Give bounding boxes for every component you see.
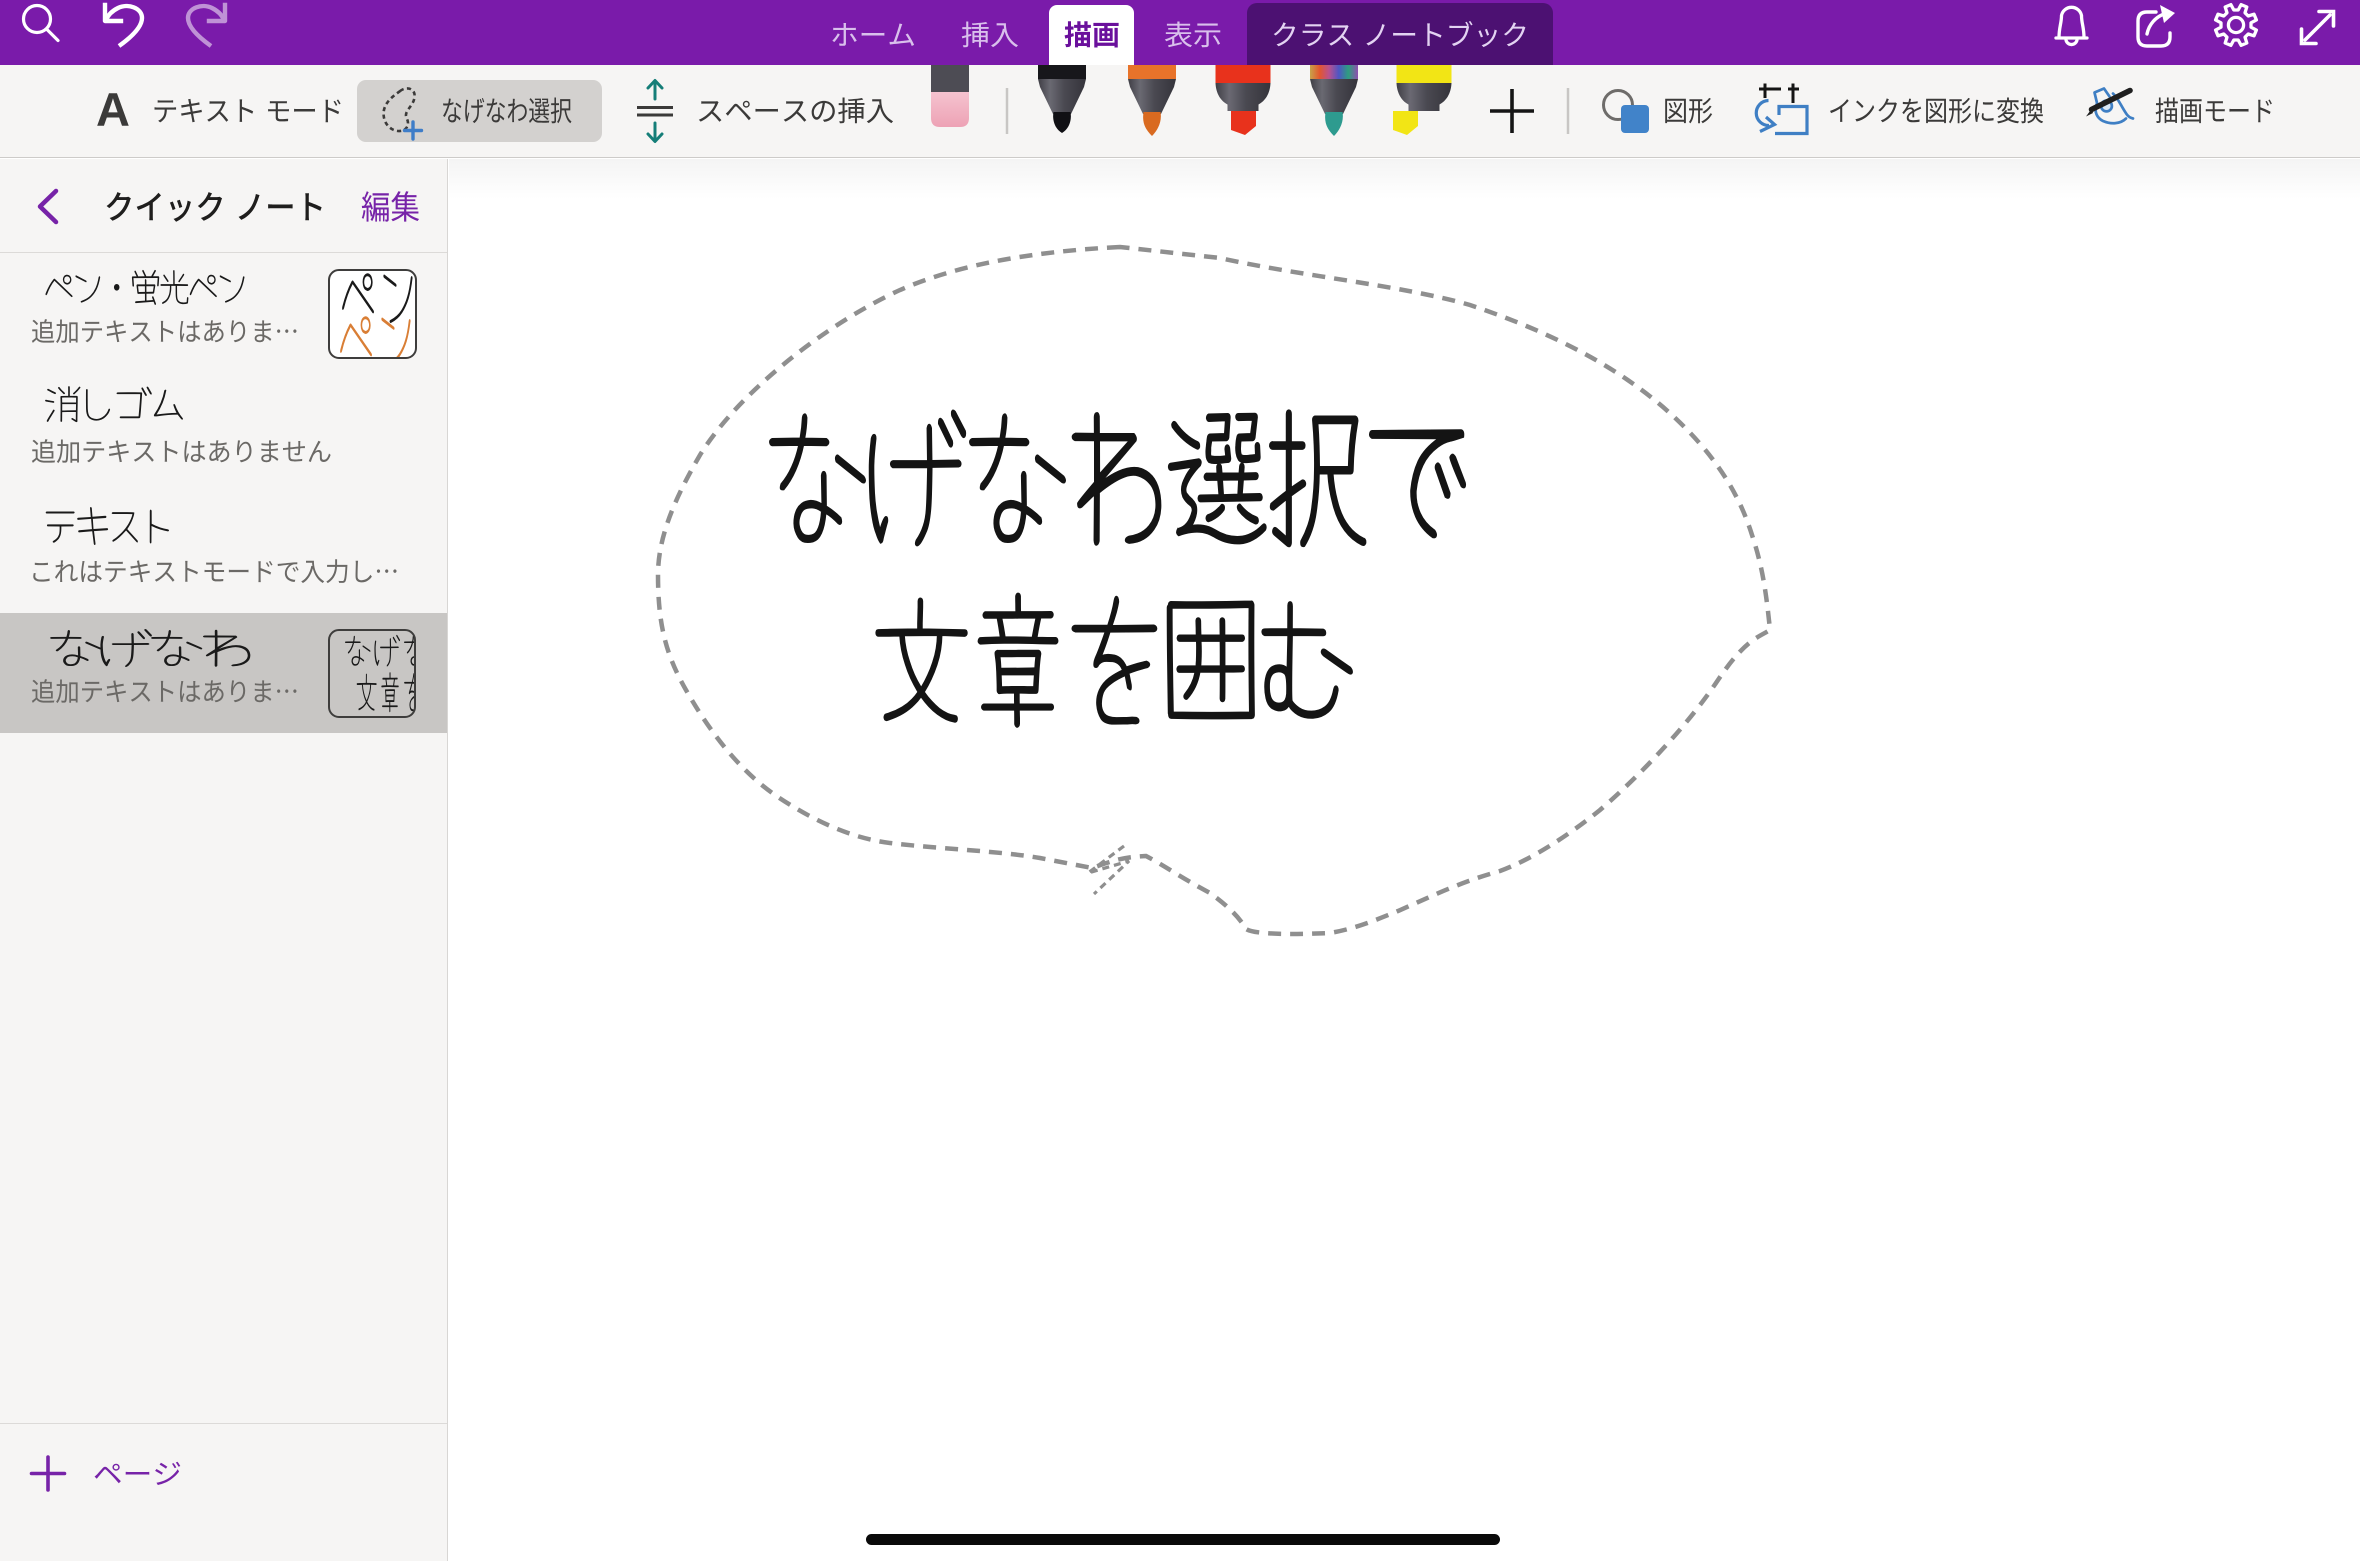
svg-text:A: A (96, 83, 130, 136)
